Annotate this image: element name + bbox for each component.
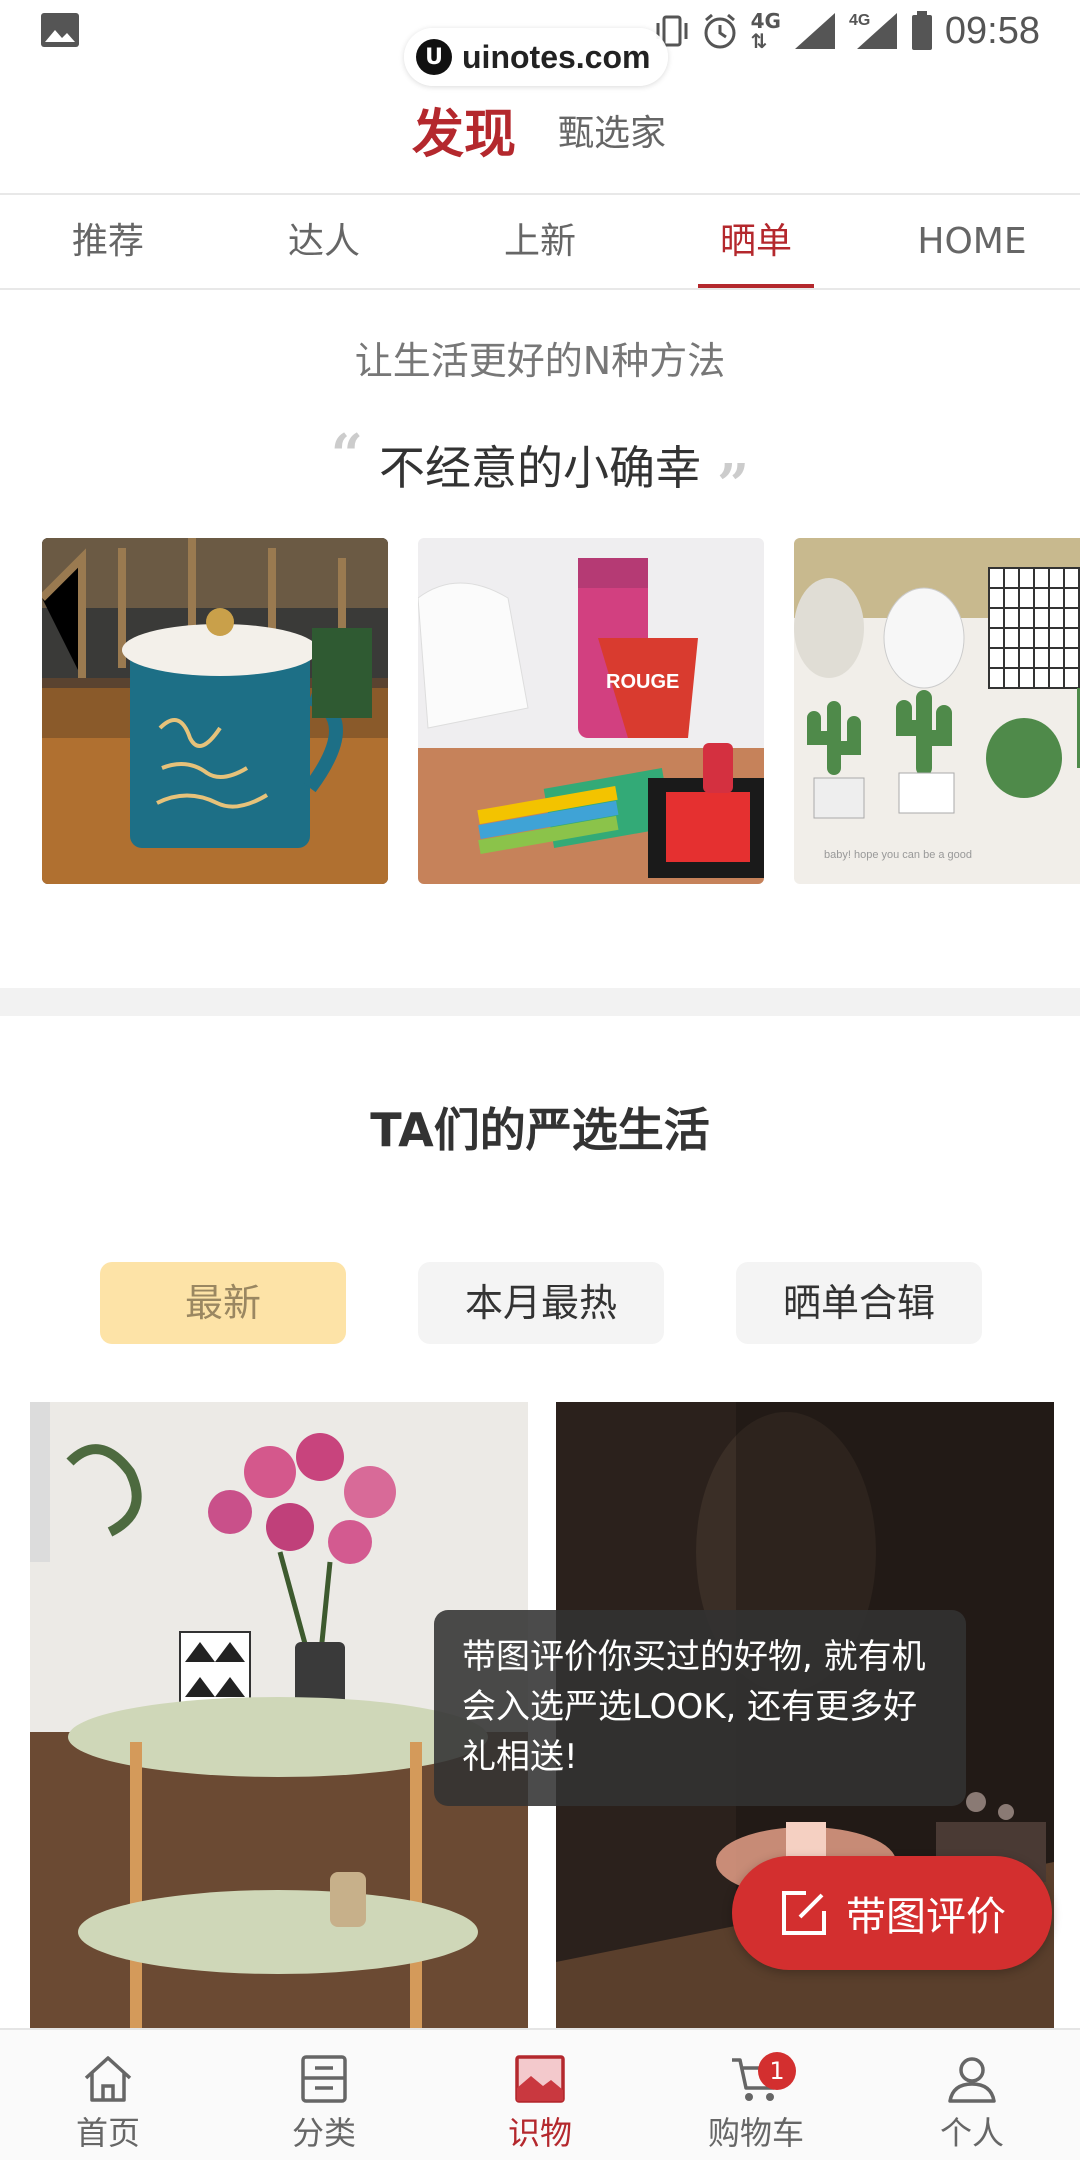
section-subtitle: 让生活更好的N种方法 (354, 339, 726, 383)
nav-discover-label: 识物 (507, 2114, 572, 2152)
edit-icon (782, 1891, 826, 1935)
nav-home-label: 首页 (75, 2114, 140, 2152)
svg-text:4G: 4G (849, 12, 870, 29)
header-tabs: 发现 甄选家 (0, 92, 1080, 165)
tab-curator[interactable]: 甄选家 (558, 104, 666, 156)
signal-icon-2: 4G (849, 12, 897, 49)
nav-profile-label: 个人 (939, 2114, 1004, 2152)
category-tab-experts[interactable]: 达人 (216, 195, 432, 289)
cart-count-badge: 1 (758, 2052, 796, 2090)
quote-heading: “ 不经意的小确幸 ” (0, 422, 1080, 518)
alarm-icon (704, 13, 736, 49)
section-title: TA们的严选生活 (370, 1103, 710, 1157)
nav-cart-label: 购物车 (707, 2114, 804, 2152)
discover-page: 4G ⇅ 4G 09:58 U uinotes.com 发现 甄选家 推荐 达人… (0, 0, 1080, 2160)
category-tab-recommend[interactable]: 推荐 (0, 195, 216, 289)
discover-icon (515, 2055, 565, 2103)
showcase-photo-cactus[interactable]: baby! hope you can be a good (794, 538, 1080, 884)
network-4g-1: 4G ⇅ (750, 9, 781, 53)
svg-text:ROUGE: ROUGE (606, 671, 679, 693)
section-separator (0, 988, 1080, 1016)
category-tabs: 推荐 达人 上新 晒单 HOME (0, 195, 1080, 289)
bottom-nav: 首页 分类 识物 1 购物车 个人 (0, 2028, 1080, 2160)
filter-latest[interactable]: 最新 (100, 1262, 346, 1344)
review-tip-tooltip: 带图评价你买过的好物, 就有机会入选严选LOOK, 还有更多好礼相送! (434, 1610, 966, 1806)
category-tab-new[interactable]: 上新 (432, 195, 648, 289)
showcase-photo-desk[interactable]: ROUGE (418, 538, 764, 884)
watermark-logo: U (416, 39, 452, 75)
photo-review-button[interactable]: 带图评价 (732, 1856, 1052, 1970)
status-bar: 4G ⇅ 4G 09:58 U uinotes.com (0, 0, 1080, 86)
nav-cart[interactable]: 1 购物车 (648, 2030, 864, 2160)
showcase-photo-mug[interactable] (42, 538, 388, 884)
gallery-notification-icon (41, 13, 79, 47)
close-quote-icon: ” (717, 452, 750, 518)
nav-profile[interactable]: 个人 (864, 2030, 1080, 2160)
filter-hot-this-month[interactable]: 本月最热 (418, 1262, 664, 1344)
photo-review-label: 带图评价 (846, 1894, 1006, 1940)
category-icon (301, 2055, 347, 2103)
network-label: 4G (750, 9, 781, 33)
battery-icon (911, 11, 932, 50)
nav-discover[interactable]: 识物 (432, 2030, 648, 2160)
watermark-text: uinotes.com (462, 38, 651, 75)
nav-category-label: 分类 (291, 2114, 356, 2152)
open-quote-icon: “ (330, 422, 363, 488)
watermark-badge: U uinotes.com (404, 28, 669, 86)
quote-title: 不经意的小确幸 (379, 441, 701, 495)
category-tab-home[interactable]: HOME (864, 195, 1080, 289)
tab-discover[interactable]: 发现 (412, 92, 516, 167)
clock-time: 09:58 (944, 9, 1040, 52)
svg-text:baby! hope you can be a good: baby! hope you can be a good (824, 849, 972, 861)
profile-icon (948, 2057, 996, 2103)
divider (0, 288, 1080, 290)
home-icon (84, 2056, 132, 2102)
nav-home[interactable]: 首页 (0, 2030, 216, 2160)
category-tab-showcase[interactable]: 晒单 (648, 195, 864, 289)
filter-showcase-collection[interactable]: 晒单合辑 (736, 1262, 982, 1344)
status-icons: 4G ⇅ 4G 09:58 (655, 6, 1040, 56)
signal-icon-1 (794, 13, 835, 49)
nav-category[interactable]: 分类 (216, 2030, 432, 2160)
